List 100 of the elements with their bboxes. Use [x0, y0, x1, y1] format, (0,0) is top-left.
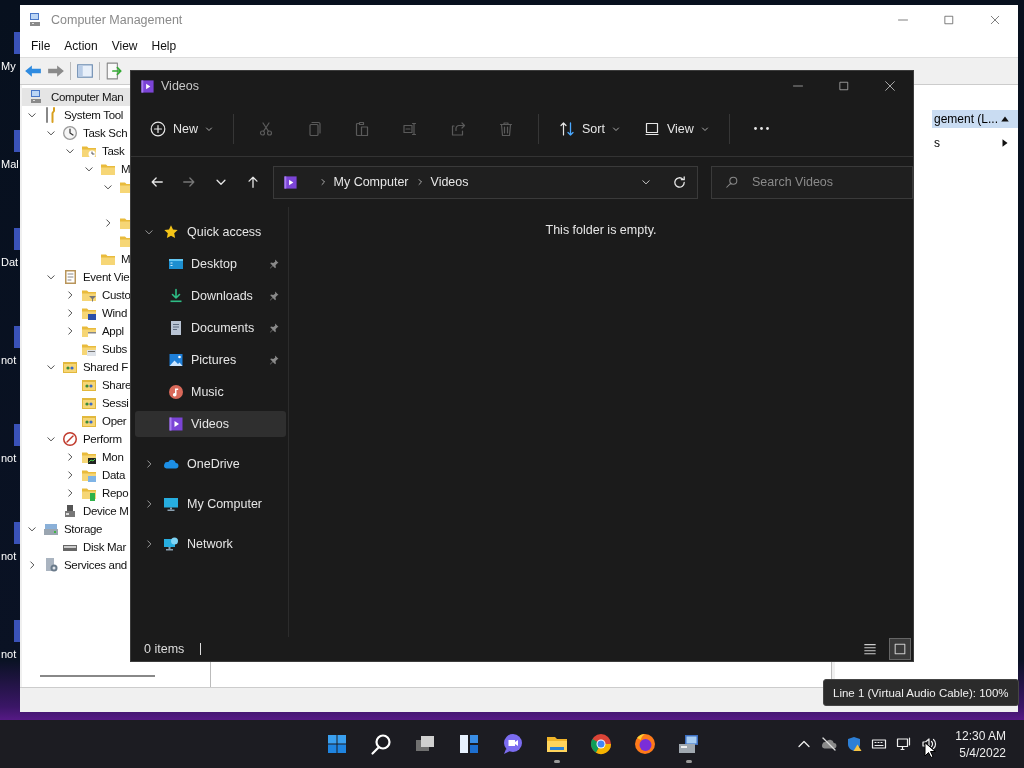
tree-item[interactable]: M	[121, 253, 130, 265]
tree-item[interactable]: Appl	[102, 325, 124, 337]
desktop-icon-label[interactable]: My	[1, 60, 16, 72]
tiles-view-button[interactable]	[889, 638, 911, 660]
chevron-down-icon	[64, 146, 75, 156]
pin-icon	[268, 322, 281, 334]
nav-item[interactable]: Videos	[135, 411, 286, 437]
nav-item[interactable]: Desktop	[135, 251, 286, 277]
nav-item[interactable]: OneDrive	[135, 451, 286, 477]
tree-item[interactable]: System Tool	[64, 109, 124, 121]
sort-button[interactable]: Sort	[551, 111, 628, 146]
pin-icon	[268, 354, 280, 366]
breadcrumb[interactable]: My Computer	[333, 175, 409, 189]
music-note-icon	[168, 384, 184, 400]
computer-icon[interactable]	[677, 732, 701, 756]
device-icon	[62, 503, 78, 519]
download-icon	[168, 288, 184, 304]
menu-item[interactable]: File	[24, 39, 58, 53]
chevron-down-icon	[45, 434, 56, 444]
details-view-icon	[863, 642, 877, 656]
desktop-icon-label[interactable]: Dat	[1, 256, 19, 268]
clock-time[interactable]: 12:30 AM	[955, 728, 1006, 743]
menu-item[interactable]: View	[104, 39, 145, 53]
more-actions-row[interactable]: s	[932, 134, 1018, 152]
shield-icon[interactable]	[845, 736, 862, 752]
browser-icon[interactable]	[633, 732, 657, 756]
desktop-icon-label[interactable]: not	[1, 648, 17, 660]
tree-item[interactable]: Share	[102, 379, 130, 391]
pin-icon	[268, 258, 280, 270]
nav-item[interactable]: Downloads	[135, 283, 286, 309]
tiles-view-icon	[893, 642, 907, 656]
back-arrow-icon	[149, 175, 164, 189]
event-viewer-icon	[62, 269, 78, 285]
tree-item[interactable]: Task	[102, 145, 125, 157]
desktop-icon-label[interactable]: not	[1, 550, 17, 562]
tree-item[interactable]: Data	[102, 469, 126, 481]
chat-icon[interactable]	[501, 732, 525, 756]
search-icon[interactable]	[369, 732, 393, 756]
actions-header[interactable]: gement (L...	[932, 110, 1018, 128]
tree-item[interactable]: Services and	[64, 559, 127, 571]
desktop-icon-label[interactable]: not	[1, 452, 17, 464]
monitor-icon[interactable]	[895, 736, 912, 752]
tree-item[interactable]: Repo	[102, 487, 129, 499]
cloud-icon[interactable]	[820, 736, 837, 752]
chevron-right-icon	[415, 178, 424, 186]
address-bar[interactable]: My Computer Videos	[272, 165, 698, 199]
tree-item[interactable]: Event Vie	[83, 271, 130, 283]
search-icon	[725, 174, 739, 189]
nav-item[interactable]: Quick access	[135, 219, 286, 245]
view-button[interactable]: View	[635, 111, 717, 146]
tree-item[interactable]: Shared F	[83, 361, 128, 373]
tree-item[interactable]: Perform	[83, 433, 122, 445]
refresh-icon[interactable]	[672, 174, 687, 190]
triangle-up-icon	[1000, 114, 1010, 124]
chevron-down-icon[interactable]	[641, 177, 651, 187]
breadcrumb[interactable]: Videos	[430, 175, 469, 189]
pin-icon	[268, 290, 280, 302]
widgets-icon[interactable]	[457, 732, 481, 756]
tree-item[interactable]: Task Sch	[83, 127, 128, 139]
tree-item[interactable]: Disk Mar	[83, 541, 126, 553]
start-icon[interactable]	[325, 732, 349, 756]
tree-item[interactable]: Sessi	[102, 397, 129, 409]
desktop-icon-label[interactable]: Mal	[1, 158, 19, 170]
keyboard-icon[interactable]	[870, 736, 887, 752]
chevron-down-icon	[102, 182, 113, 192]
screen-icon	[168, 256, 184, 272]
chevron-down-icon	[45, 272, 56, 282]
tree-item[interactable]: Storage	[64, 523, 103, 535]
nav-item[interactable]: My Computer	[135, 491, 286, 517]
tree-item[interactable]: Subs	[102, 343, 127, 355]
tree-item[interactable]: Mon	[102, 451, 124, 463]
nav-item[interactable]: Pictures	[135, 347, 286, 373]
nav-item[interactable]: Documents	[135, 315, 286, 341]
scrollbar-thumb[interactable]	[40, 675, 155, 677]
chevron-right-icon	[144, 539, 154, 549]
shared-folder-icon	[81, 377, 97, 393]
export-icon[interactable]	[105, 62, 123, 80]
new-button[interactable]: New	[142, 111, 221, 146]
desktop-icon-label[interactable]: not	[1, 354, 17, 366]
menu-item[interactable]: Action	[57, 39, 105, 53]
picture-icon	[168, 352, 184, 368]
storage-icon	[43, 521, 59, 537]
console-tree-icon[interactable]	[76, 62, 94, 80]
nav-item[interactable]: Network	[135, 531, 286, 557]
clock-date[interactable]: 5/4/2022	[959, 745, 1006, 760]
chevron-right-icon	[144, 459, 154, 469]
caret-icon	[611, 124, 620, 133]
tree-item[interactable]: M	[121, 163, 130, 175]
search-field[interactable]: Search Videos	[711, 165, 913, 199]
caret-icon	[205, 124, 213, 133]
nav-item[interactable]: Music	[135, 379, 286, 405]
monitor-icon	[163, 496, 179, 512]
menu-item[interactable]: Help	[144, 39, 184, 53]
tree-item[interactable]: Custo	[102, 289, 130, 301]
tree-item[interactable]: Oper	[102, 415, 127, 427]
chevron-down-icon	[144, 227, 154, 237]
tree-item[interactable]: Wind	[102, 307, 127, 319]
browser-icon[interactable]	[589, 732, 613, 756]
volume-icon[interactable]	[920, 736, 937, 752]
tree-item[interactable]: Device M	[83, 505, 129, 517]
